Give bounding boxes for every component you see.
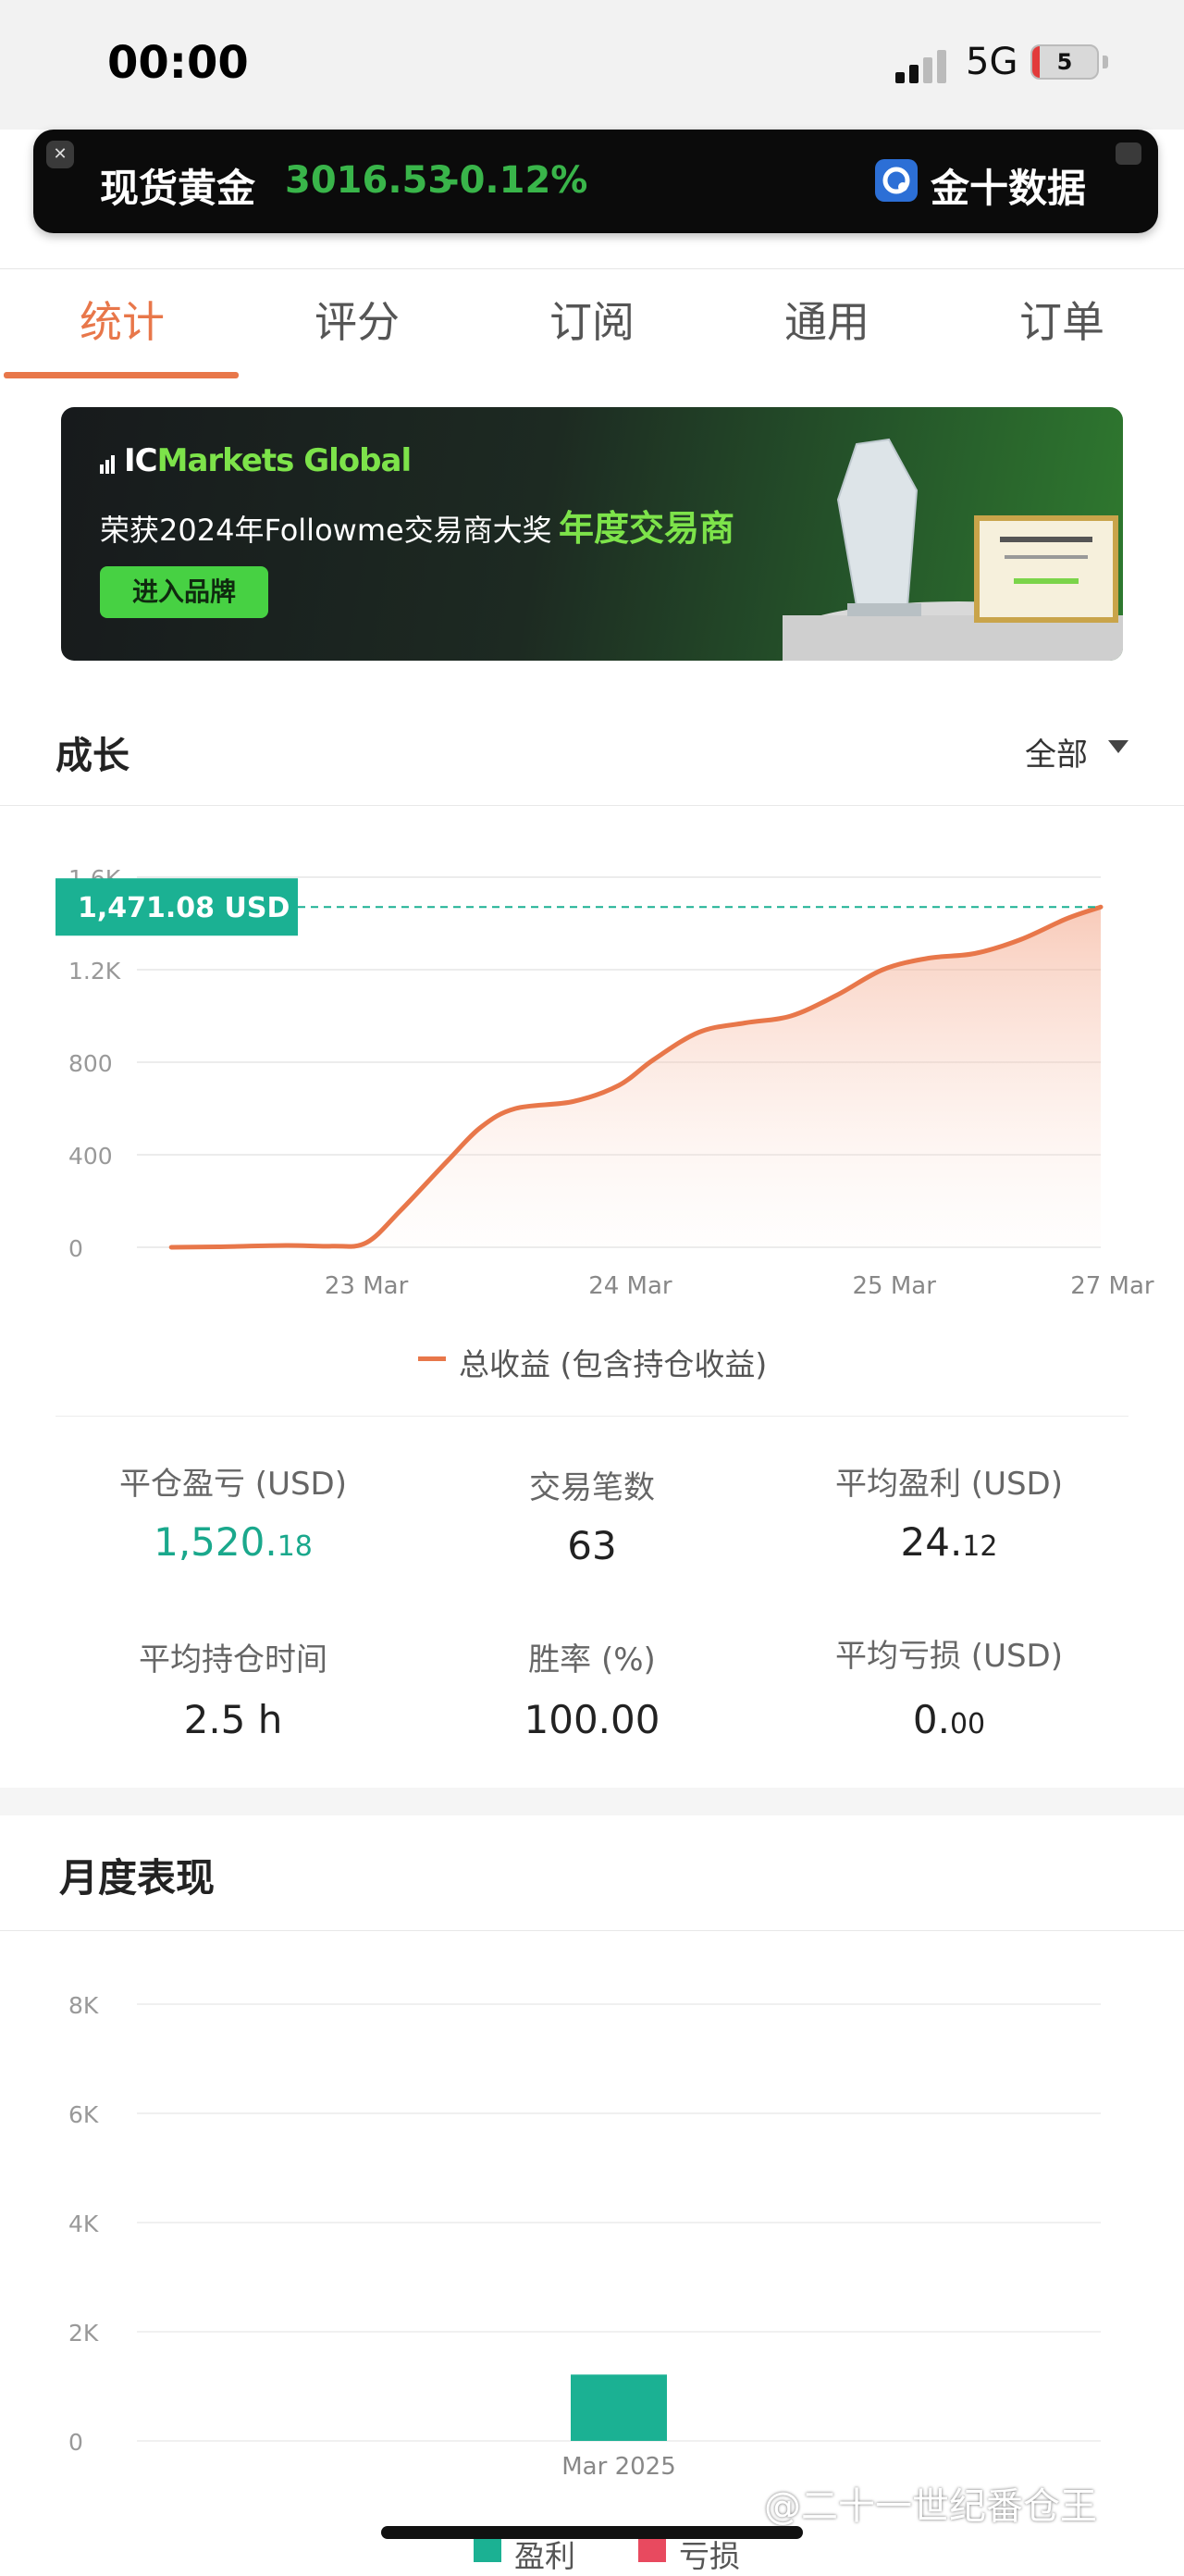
- growth-y-tick: 400: [68, 1143, 113, 1170]
- stat-int: 63: [567, 1523, 617, 1568]
- legend-swatch-total-return: [418, 1356, 446, 1361]
- banner-brand-rest: Markets Global: [156, 442, 412, 479]
- growth-y-tick: 0: [68, 1235, 83, 1262]
- growth-y-tick: 800: [68, 1050, 113, 1077]
- stat-int: 24.: [900, 1519, 963, 1565]
- current-value-label: 1,471.08 USD: [78, 892, 290, 924]
- monthly-title: 月度表现: [59, 1855, 216, 1901]
- growth-title: 成长: [56, 735, 130, 777]
- banner-text: 荣获2024年Followme交易商大奖: [100, 513, 552, 548]
- status-time: 00:00: [107, 37, 249, 89]
- stat-avg-loss-label: 平均亏损 (USD): [835, 1638, 1063, 1675]
- stat-int: 2.5 h: [183, 1697, 283, 1742]
- legend-swatch-profit: [474, 2539, 501, 2562]
- battery-cap: [1103, 56, 1108, 68]
- growth-x-tick: 27 Mar: [1070, 1272, 1154, 1295]
- close-icon[interactable]: ✕: [46, 141, 74, 168]
- ic-logo-icon: [100, 455, 115, 474]
- stat-trade-count-value: 63: [416, 1523, 768, 1568]
- trophy-image: [783, 438, 1123, 661]
- legend-swatch-loss: [638, 2539, 666, 2562]
- banner-brand: ICMarkets Global: [124, 442, 412, 479]
- growth-filter-dropdown[interactable]: 全部: [1025, 729, 1088, 774]
- growth-x-tick: 23 Mar: [325, 1272, 409, 1295]
- monthly-y-tick: 6K: [68, 2101, 99, 2128]
- battery-icon: 5: [1030, 44, 1099, 80]
- watermark: @二十一世纪番仓王: [764, 2485, 1097, 2528]
- growth-area: [171, 907, 1101, 1247]
- caret-down-icon[interactable]: [1108, 740, 1128, 753]
- ticker-change: -0.12%: [444, 159, 588, 202]
- legend-total-return: 总收益 (包含持仓收益): [459, 1346, 768, 1382]
- stat-avg-hold-time-label: 平均持仓时间: [139, 1641, 327, 1678]
- stat-closed-pnl-label: 平仓盈亏 (USD): [119, 1466, 347, 1503]
- monthly-y-tick: 2K: [68, 2320, 99, 2347]
- legend-loss: 亏损: [679, 2538, 740, 2574]
- expand-icon[interactable]: [1116, 142, 1141, 165]
- battery-level: 5: [1056, 49, 1073, 75]
- active-tab-indicator: [4, 372, 239, 378]
- growth-chart: 04008001.2K1.6K 23 Mar24 Mar25 Mar27 Mar…: [56, 865, 1154, 1295]
- monthly-chart: 0 2K 4K 6K 8K Mar 2025: [68, 1992, 1101, 2480]
- growth-x-tick: 24 Mar: [588, 1272, 672, 1295]
- ticker-symbol-name: 现货黄金: [100, 166, 256, 211]
- ticker-brand: 金十数据: [931, 166, 1087, 211]
- signal-icon: [895, 50, 946, 83]
- stat-avg-loss-value: 0.00: [773, 1697, 1125, 1742]
- legend-profit: 盈利: [514, 2538, 575, 2574]
- growth-x-tick: 25 Mar: [853, 1272, 937, 1295]
- monthly-divider: [0, 1930, 1184, 1931]
- section-separator: [0, 1788, 1184, 1815]
- network-type: 5G: [966, 41, 1018, 83]
- stat-win-rate-label: 胜率 (%): [528, 1641, 656, 1678]
- tab-statistics[interactable]: 统计: [80, 289, 165, 350]
- banner-brand-prefix: IC: [124, 442, 158, 479]
- tab-rating[interactable]: 评分: [314, 289, 400, 350]
- banner-highlight: 年度交易商: [559, 508, 735, 549]
- stat-trade-count-label: 交易笔数: [529, 1469, 655, 1506]
- monthly-x-tick: Mar 2025: [561, 2453, 676, 2480]
- stat-closed-pnl-value: 1,520.18: [57, 1519, 409, 1565]
- stat-win-rate-value: 100.00: [416, 1697, 768, 1742]
- stat-avg-profit-value: 24.12: [773, 1519, 1125, 1565]
- monthly-y-tick: 0: [68, 2429, 83, 2456]
- stat-avg-hold-time-value: 2.5 h: [57, 1697, 409, 1742]
- monthly-y-tick: 4K: [68, 2211, 99, 2237]
- monthly-profit-bar[interactable]: [571, 2374, 667, 2441]
- tab-general[interactable]: 通用: [784, 289, 870, 350]
- jin10-logo-icon: [875, 159, 918, 202]
- stat-int: 100.00: [524, 1697, 660, 1742]
- enter-brand-button[interactable]: 进入品牌: [100, 566, 268, 618]
- stat-dec: 00: [949, 1708, 986, 1740]
- tab-orders[interactable]: 订单: [1019, 289, 1104, 350]
- growth-y-tick: 1.2K: [68, 958, 121, 985]
- stat-dec: 18: [277, 1530, 313, 1563]
- monthly-y-tick: 8K: [68, 1992, 99, 2019]
- stat-dec: 12: [962, 1530, 998, 1563]
- stat-int: 0.: [912, 1697, 950, 1742]
- stats-divider: [56, 1416, 1128, 1417]
- growth-header: [0, 703, 1184, 806]
- tab-subscription[interactable]: 订阅: [549, 289, 635, 350]
- stat-avg-profit-label: 平均盈利 (USD): [835, 1466, 1063, 1503]
- stat-int: 1,520.: [154, 1519, 278, 1565]
- ticker-price: 3016.53: [285, 159, 454, 202]
